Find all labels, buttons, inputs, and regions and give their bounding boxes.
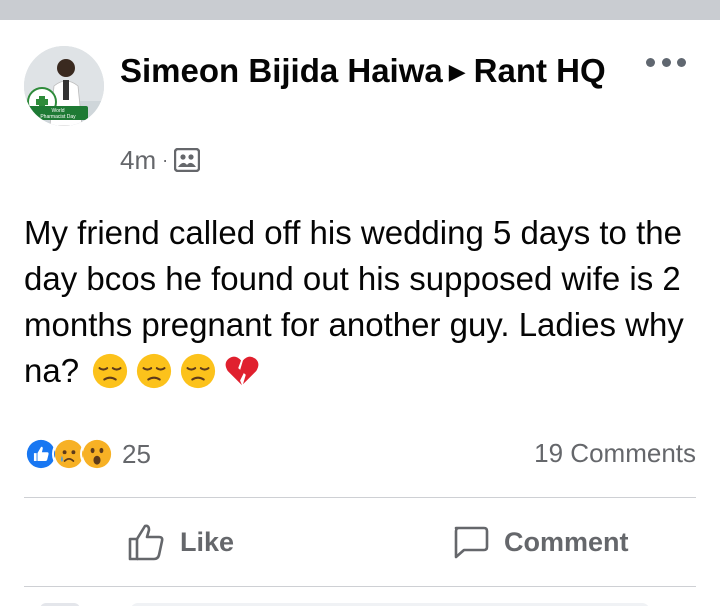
triangle-right-icon: ▶ bbox=[448, 59, 466, 84]
divider bbox=[24, 586, 696, 587]
group-name[interactable]: Rant HQ bbox=[474, 52, 606, 89]
pensive-face-icon bbox=[92, 353, 128, 389]
post-time[interactable]: 4m bbox=[120, 145, 156, 176]
svg-text:Pharmacist Day: Pharmacist Day bbox=[40, 114, 76, 120]
comment-label: Comment bbox=[504, 526, 629, 557]
like-label: Like bbox=[180, 526, 235, 557]
like-button[interactable]: Like bbox=[126, 520, 234, 564]
feed-post: World Pharmacist Day Simeon Bijida Haiwa… bbox=[0, 20, 720, 606]
pensive-face-icon bbox=[180, 353, 216, 389]
author-name[interactable]: Simeon Bijida Haiwa bbox=[120, 52, 443, 89]
divider bbox=[24, 497, 696, 498]
broken-heart-icon bbox=[225, 356, 259, 386]
post-body: My friend called off his wedding 5 days … bbox=[24, 210, 704, 394]
pensive-face-icon bbox=[136, 353, 172, 389]
wow-reaction-icon bbox=[80, 437, 114, 471]
reactions-summary[interactable]: 25 bbox=[24, 434, 151, 474]
comment-button[interactable]: Comment bbox=[450, 520, 629, 564]
post-header: Simeon Bijida Haiwa ▶ Rant HQ bbox=[120, 50, 620, 93]
group-audience-icon bbox=[174, 148, 201, 172]
post-meta: 4m · bbox=[120, 145, 201, 176]
profile-photo-icon: World Pharmacist Day bbox=[24, 46, 104, 126]
more-options-icon[interactable] bbox=[646, 54, 686, 70]
comments-count[interactable]: 19 Comments bbox=[534, 438, 696, 469]
top-separator bbox=[0, 0, 720, 20]
comment-bubble-icon bbox=[454, 526, 489, 559]
avatar[interactable]: World Pharmacist Day bbox=[24, 46, 104, 126]
meta-separator: · bbox=[162, 149, 169, 170]
thumbs-up-icon bbox=[128, 524, 164, 561]
reaction-count: 25 bbox=[122, 438, 151, 469]
